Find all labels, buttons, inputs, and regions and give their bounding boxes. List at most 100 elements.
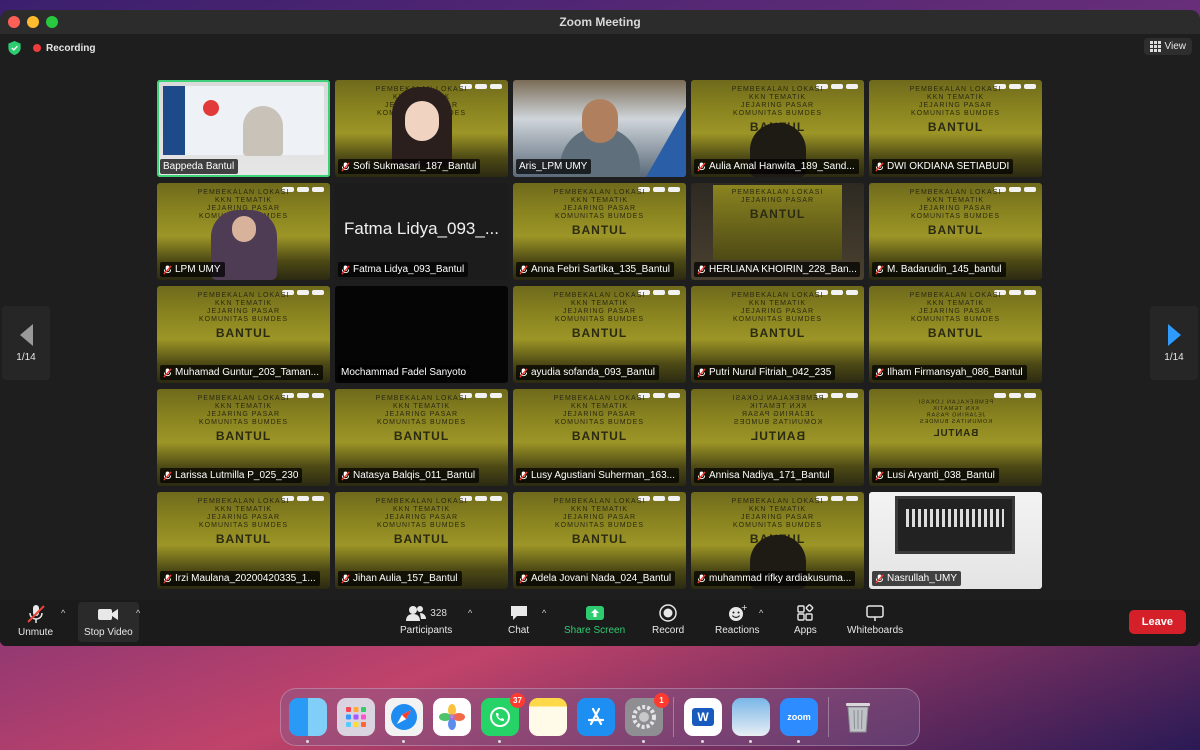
preview-icon[interactable] (732, 698, 770, 743)
participant-video-tile[interactable]: PEMBEKALAN LOKASIKKN TEMATIKJEJARING PAS… (513, 286, 686, 383)
participants-button[interactable]: 328 Participants (400, 604, 452, 636)
participant-video-tile[interactable]: Fatma Lidya_093_... Fatma Lidya_093_Bantu… (335, 183, 508, 280)
record-button[interactable]: Record (652, 604, 684, 636)
participant-video-tile[interactable]: PEMBEKALAN LOKASIKKN TEMATIKJEJARING PAS… (869, 80, 1042, 177)
previous-page-button[interactable]: 1/14 (2, 306, 50, 380)
whiteboards-button[interactable]: Whiteboards (847, 604, 903, 636)
photos-icon[interactable] (433, 698, 471, 736)
participant-name: Jihan Aulia_157_Bantul (353, 573, 458, 584)
presentation-on-screen: PEMBEKALAN LOKASI JEJARING PASAR BANTUL (713, 185, 842, 260)
shield-icon[interactable] (8, 41, 21, 55)
slide-line-1: PEMBEKALAN LOKASI (553, 395, 646, 402)
slide-line-4: KOMUNITAS BUMDES (733, 110, 822, 117)
app-store-icon[interactable] (577, 698, 615, 736)
finder-icon[interactable] (289, 698, 327, 743)
close-window-button[interactable] (8, 16, 20, 28)
whatsapp-icon[interactable]: 37 (481, 693, 525, 743)
slide-line-2: KKN TEMATIK (214, 403, 273, 410)
participant-name-label: Lusi Aryanti_038_Bantul (872, 468, 999, 483)
participant-video-tile[interactable]: PEMBEKALAN LOKASIKKN TEMATIKJEJARING PAS… (869, 183, 1042, 280)
view-button[interactable]: View (1143, 38, 1192, 55)
smiley-icon: + (729, 604, 747, 621)
participant-name: Lusi Aryanti_038_Bantul (887, 470, 995, 481)
slide-line-3: JEJARING PASAR (563, 411, 636, 418)
participant-video-tile[interactable]: PEMBEKALAN LOKASIKKN TEMATIKJEJARING PAS… (157, 183, 330, 280)
safari-icon[interactable] (385, 698, 423, 743)
participant-video-tile[interactable]: PEMBEKALAN LOKASIKKN TEMATIKJEJARING PAS… (691, 286, 864, 383)
slide-line-3: JEJARING PASAR (919, 102, 992, 109)
minimize-window-button[interactable] (27, 16, 39, 28)
participant-video-tile[interactable]: PEMBEKALAN LOKASIKKN TEMATIKJEJARING PAS… (513, 389, 686, 486)
participant-video-tile[interactable]: PEMBEKALAN LOKASIKKN TEMATIKJEJARING PAS… (157, 492, 330, 589)
participant-name: M. Badarudin_145_bantul (887, 264, 1002, 275)
participant-name-label: Jihan Aulia_157_Bantul (338, 571, 462, 586)
participant-video-tile[interactable]: PEMBEKALAN LOKASIKKN TEMATIKJEJARING PAS… (157, 389, 330, 486)
slide-line-3: JEJARING PASAR (919, 308, 992, 315)
participant-video-tile[interactable]: PEMBEKALAN LOKASIKKN TEMATIKJEJARING PAS… (335, 492, 508, 589)
participants-icon (406, 606, 427, 621)
slide-line-5: BANTUL (215, 326, 272, 340)
zoom-icon[interactable]: zoom (780, 698, 818, 743)
launchpad-icon[interactable] (337, 698, 375, 736)
participant-face (404, 101, 439, 141)
participant-video-tile[interactable]: Bappeda Bantul (157, 80, 330, 177)
maximize-window-button[interactable] (46, 16, 58, 28)
participant-name-label: muhammad rifky ardiakusuma... (694, 571, 856, 586)
slide-line-1: PEMBEKALAN LOKASI (197, 189, 290, 196)
slide-line-3: JEJARING PASAR (563, 205, 636, 212)
microsoft-word-icon[interactable]: W (684, 698, 722, 743)
slide-line-1: PEMBEKALAN LOKASI (553, 189, 646, 196)
slide-line-2: KKN TEMATIK (214, 197, 273, 204)
participant-video-tile[interactable]: PEMBEKALAN LOKASIKKN TEMATIKJEJARING PAS… (513, 183, 686, 280)
slide-line-2: KKN TEMATIK (748, 300, 807, 307)
slide-line-4: KOMUNITAS BUMDES (555, 316, 644, 323)
next-page-button[interactable]: 1/14 (1150, 306, 1198, 380)
participant-video-tile[interactable]: PEMBEKALAN LOKASIKKN TEMATIKJEJARING PAS… (335, 389, 508, 486)
participant-video-tile[interactable]: PEMBEKALAN LOKASIKKN TEMATIKJEJARING PAS… (513, 492, 686, 589)
slide-line-1: PEMBEKALAN LOKASI (909, 292, 1002, 299)
apps-button[interactable]: Apps (794, 604, 817, 636)
participant-video-tile[interactable]: PEMBEKALAN LOKASIKKN TEMATIKJEJARING PAS… (691, 80, 864, 177)
audio-options-chevron-icon[interactable]: ^ (61, 608, 65, 618)
slide-line-1: PEMBEKALAN LOKASI (375, 395, 468, 402)
participant-video-tile[interactable]: Mochammad Fadel Sanyoto (335, 286, 508, 383)
notes-icon[interactable] (529, 698, 567, 736)
participants-options-chevron-icon[interactable]: ^ (468, 608, 472, 618)
trash-icon[interactable] (839, 698, 877, 736)
video-options-chevron-icon[interactable]: ^ (136, 608, 140, 618)
stop-video-button[interactable]: Stop Video (78, 602, 139, 642)
participant-video-tile[interactable]: Nasrullah_UMY (869, 492, 1042, 589)
participant-video-tile[interactable]: PEMBEKALAN LOKASIKKN TEMATIKJEJARING PAS… (157, 286, 330, 383)
participant-name: Aris_LPM UMY (519, 161, 588, 172)
participant-name-label: Adela Jovani Nada_024_Bantul (516, 571, 676, 586)
recording-indicator[interactable]: Recording (33, 43, 95, 54)
grid-view-icon (1149, 41, 1161, 52)
participant-video-tile[interactable]: PEMBEKALAN LOKASIKKN TEMATIKJEJARING PAS… (335, 80, 508, 177)
slide-line-3: JEJARING PASAR (563, 308, 636, 315)
presentation-slide-content: PEMBEKALAN LOKASIKKN TEMATIKJEJARING PAS… (869, 292, 1042, 340)
participant-name: Irzi Maulana_20200420335_1... (175, 573, 316, 584)
participant-video-tile[interactable]: PEMBEKALAN LOKASIKKN TEMATIKJEJARING PAS… (869, 389, 1042, 486)
participant-video-tile[interactable]: PEMBEKALAN LOKASIKKN TEMATIKJEJARING PAS… (869, 286, 1042, 383)
reactions-options-chevron-icon[interactable]: ^ (759, 608, 763, 618)
unmute-button[interactable]: Unmute (18, 604, 53, 638)
presentation-slide-content: PEMBEKALAN LOKASI JEJARING PASAR BANTUL (713, 189, 842, 221)
participant-video-tile[interactable]: PEMBEKALAN LOKASIKKN TEMATIKJEJARING PAS… (691, 492, 864, 589)
reactions-button[interactable]: + Reactions (715, 604, 759, 636)
slide-line-1: PEMBEKALAN LOKASI (731, 498, 824, 505)
participant-name: Aulia Amal Hanwita_189_Sand... (709, 161, 855, 172)
participant-video-tile[interactable]: Aris_LPM UMY (513, 80, 686, 177)
system-settings-icon[interactable]: 1 (625, 693, 669, 743)
participant-video-tile[interactable]: PEMBEKALAN LOKASI JEJARING PASAR BANTUL HER… (691, 183, 864, 280)
window-title: Zoom Meeting (559, 15, 641, 29)
page-indicator-left: 1/14 (16, 351, 36, 363)
presentation-slide-content: PEMBEKALAN LOKASIKKN TEMATIKJEJARING PAS… (513, 395, 686, 443)
microphone-muted-icon (163, 368, 172, 377)
leave-button[interactable]: Leave (1128, 610, 1186, 634)
share-screen-button[interactable]: Share Screen (564, 604, 625, 636)
chat-button[interactable]: Chat (508, 604, 529, 636)
slide-line-4: KOMUNITAS BUMDES (555, 522, 644, 529)
participant-video-tile[interactable]: PEMBEKALAN LOKASIKKN TEMATIKJEJARING PAS… (691, 389, 864, 486)
zoom-window: Zoom Meeting Recording View 1/14 Bappeda… (0, 10, 1200, 646)
chat-options-chevron-icon[interactable]: ^ (542, 608, 546, 618)
